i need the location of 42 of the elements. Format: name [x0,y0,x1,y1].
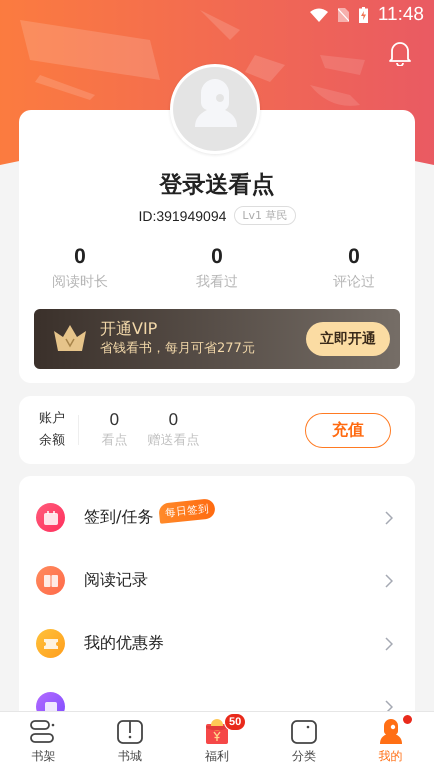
activate-vip-button[interactable]: 立即开通 [306,322,390,356]
envelope-icon [204,718,230,744]
category-icon [290,720,317,744]
balance-item-label: 赠送看点 [147,432,200,450]
stat-value: 0 [74,245,86,269]
profile-icon [378,718,404,744]
level-tag: Lv1 草民 [234,206,296,225]
tab[interactable]: 书架 [0,712,87,771]
status-time: 11:48 [378,4,424,26]
menu-icon [36,629,65,658]
chevron-right-icon [385,510,393,524]
stat-label: 阅读时长 [52,273,108,292]
menu-icon [36,566,65,595]
user-id: ID:391949094 [138,208,226,224]
balance-value: 0 [110,409,120,431]
notification-bell-icon[interactable] [388,40,412,66]
stat-value: 0 [348,245,360,269]
stat-value: 0 [211,245,223,269]
chevron-right-icon [385,636,393,650]
tab[interactable]: 分类 [260,712,348,771]
vip-subtitle: 省钱看书，每月可省277元 [100,340,256,358]
stat-label: 我看过 [196,273,238,292]
chevron-right-icon [385,574,393,588]
stat-label: 评论过 [333,273,375,292]
shelf-icon [30,720,56,744]
chevron-right-icon [385,700,393,711]
count-badge: 50 [224,712,246,730]
menu-item[interactable]: 签到/任务 每日签到 [19,486,415,549]
menu-item[interactable]: 我的优惠券 [19,612,415,675]
wifi-icon [310,8,328,22]
vip-banner[interactable]: 开通VIP 省钱看书，每月可省277元 立即开通 [34,309,400,369]
tab[interactable]: 50 福利 [174,712,260,771]
vip-title: 开通VIP [100,319,158,339]
tab[interactable]: 书城 [86,712,174,771]
menu-item[interactable]: 阅读记录 [19,549,415,612]
balance-item-label: 看点 [101,432,128,450]
balance-label: 账户余额 [39,410,66,450]
no-sim-icon [338,8,349,22]
menu-icon [36,503,65,532]
user-name: 登录送看点 [160,171,274,200]
balance-value: 0 [168,409,178,431]
daily-checkin-tag: 每日签到 [158,498,216,524]
